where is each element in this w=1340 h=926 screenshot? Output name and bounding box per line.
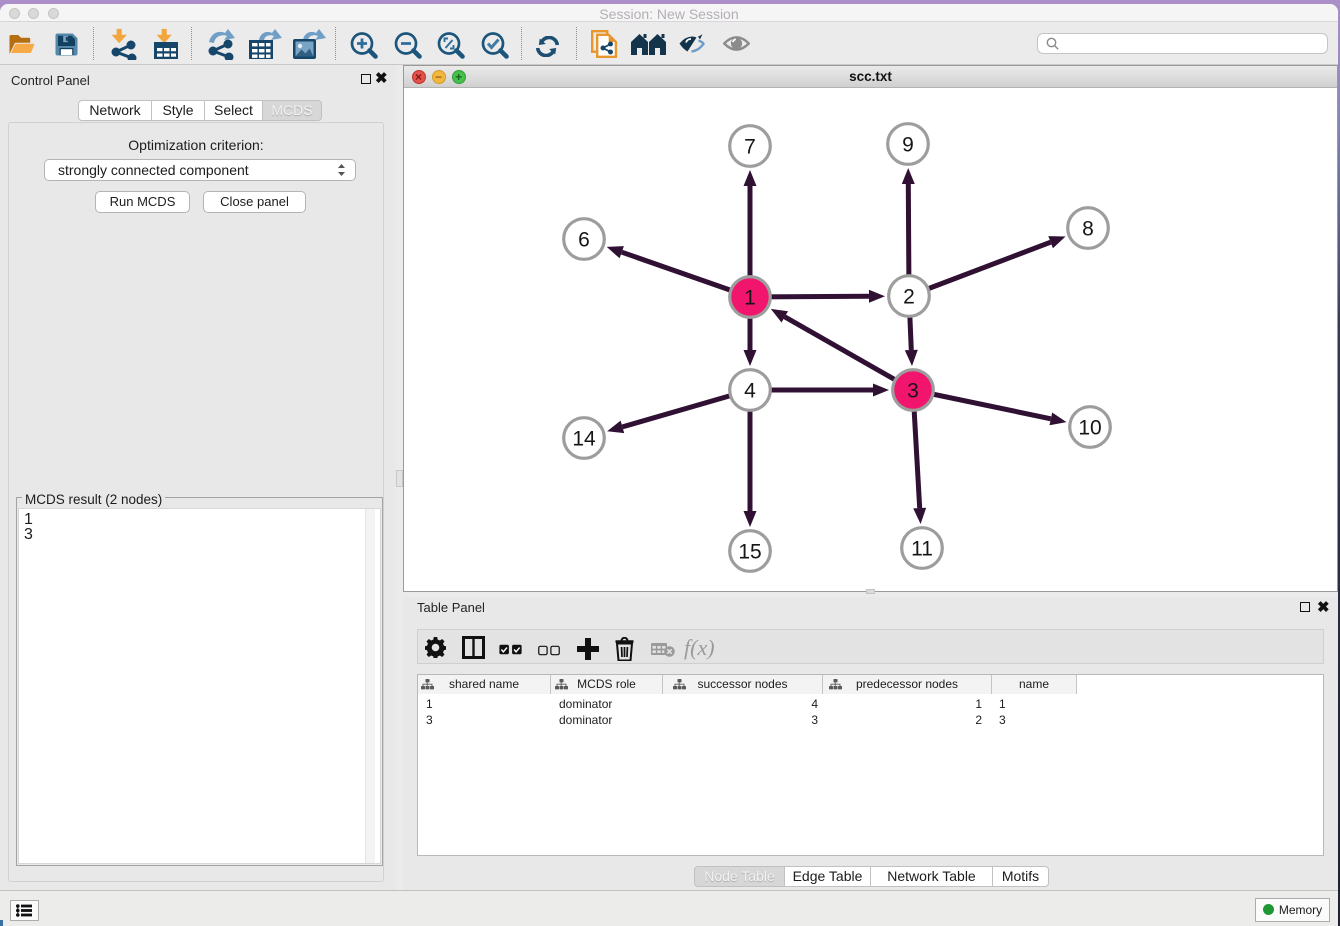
svg-text:1: 1 [744,287,756,310]
svg-text:11: 11 [911,538,933,561]
svg-text:14: 14 [572,428,596,451]
svg-text:7: 7 [744,136,756,159]
svg-text:4: 4 [744,380,756,403]
svg-text:9: 9 [902,134,914,157]
svg-text:6: 6 [578,229,590,252]
svg-text:10: 10 [1078,417,1101,440]
svg-text:3: 3 [907,380,919,403]
svg-text:2: 2 [903,286,915,309]
svg-text:8: 8 [1082,218,1094,241]
svg-text:15: 15 [738,541,761,564]
